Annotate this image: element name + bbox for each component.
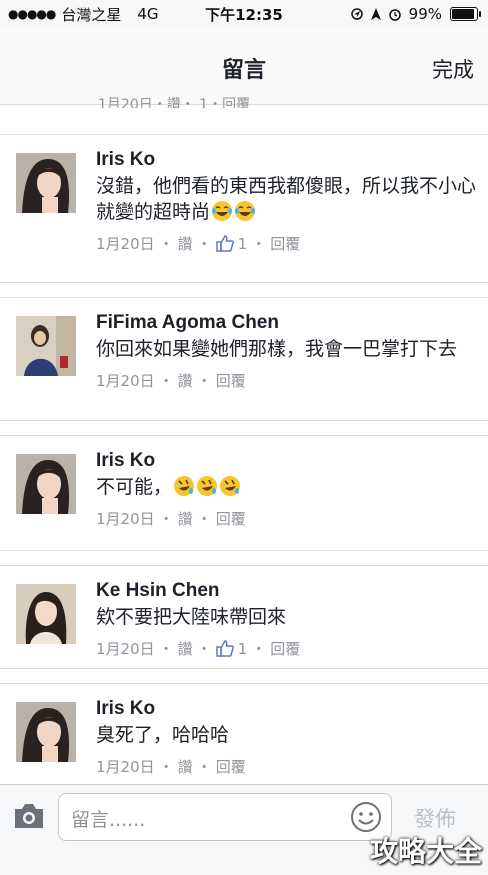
comment-item: Ke Hsin Chen 欸不要把大陸味帶回來 1月20日・ 讚・ 1 ・ 回覆 — [0, 565, 488, 669]
send-button[interactable]: 發佈 — [414, 803, 456, 833]
commenter-name[interactable]: Iris Ko — [96, 149, 476, 171]
separator: ・ — [196, 235, 212, 253]
status-bar: ●●●●● 台灣之星 4G 下午12:35 99% — [0, 0, 488, 28]
location-icon — [350, 8, 363, 20]
watermark: 攻略大全 — [369, 835, 482, 868]
like-count: 1 — [237, 234, 248, 253]
comment-body: Iris Ko 臭死了，哈哈哈 1月20日・ 讚・ 回覆 — [96, 698, 476, 777]
thumbs-up-icon — [215, 640, 234, 657]
like-link[interactable]: 讚 — [178, 508, 193, 529]
comment-meta: 1月20日・ 讚・ 回覆 — [96, 370, 476, 391]
battery-fill — [452, 9, 474, 19]
separator: ・ — [158, 758, 174, 776]
comment-text: 你回來如果變她們那樣，我會一巴掌打下去 — [96, 338, 458, 360]
reply-link[interactable]: 回覆 — [216, 508, 246, 529]
separator: ・ — [196, 640, 212, 658]
tears-of-joy-emoji-icon — [212, 201, 233, 221]
alarm-icon — [388, 8, 401, 21]
comment-text: 臭死了，哈哈哈 — [96, 724, 230, 746]
like-link[interactable]: 讚 — [178, 370, 193, 391]
comment-meta: 1月20日・ 讚・ 1 ・ 回覆 — [96, 638, 476, 659]
reply-link[interactable]: 回覆 — [270, 233, 300, 254]
like-count: 1 — [237, 639, 248, 658]
comment-item: Iris Ko 不可能， 1月20日・ 讚・ 回覆 — [0, 435, 488, 551]
comment-body: Ke Hsin Chen 欸不要把大陸味帶回來 1月20日・ 讚・ 1 ・ 回覆 — [96, 580, 476, 659]
comment-item: FiFima Agoma Chen 你回來如果變她們那樣，我會一巴掌打下去 1月… — [0, 297, 488, 421]
separator: ・ — [251, 235, 267, 253]
comment-meta: 1月20日・ 讚・ 回覆 — [96, 508, 476, 529]
done-button[interactable]: 完成 — [432, 54, 474, 84]
comment-body: Iris Ko 沒錯，他們看的東西我都傻眼，所以我不小心就變的超時尚 1月20日… — [96, 149, 476, 254]
comment-date: 1月20日 — [96, 640, 155, 658]
camera-icon[interactable] — [12, 801, 46, 831]
reply-link[interactable]: 回覆 — [270, 638, 300, 659]
commenter-name[interactable]: Ke Hsin Chen — [96, 580, 476, 602]
battery-percent: 99% — [408, 5, 442, 23]
commenter-name[interactable]: Iris Ko — [96, 698, 476, 720]
comment-list: Iris Ko 沒錯，他們看的東西我都傻眼，所以我不小心就變的超時尚 1月20日… — [0, 134, 488, 787]
smiley-icon[interactable] — [350, 801, 382, 833]
comment-text: 不可能， — [96, 474, 476, 500]
comment-date: 1月20日 — [96, 510, 155, 528]
comment-text-content: 不可能， — [96, 476, 173, 498]
comment-text-content: 沒錯，他們看的東西我都傻眼，所以我不小心就變的超時尚 — [96, 175, 477, 223]
rofl-emoji-icon — [174, 476, 195, 496]
comment-body: Iris Ko 不可能， 1月20日・ 讚・ 回覆 — [96, 450, 476, 529]
comment-date: 1月20日 — [96, 235, 155, 253]
separator: ・ — [158, 372, 174, 390]
comment-date: 1月20日 — [96, 758, 155, 776]
avatar[interactable] — [16, 153, 76, 213]
comment-input[interactable]: 留言...... — [58, 793, 392, 841]
like-link[interactable]: 讚 — [178, 233, 193, 254]
comment-date: 1月20日 — [96, 372, 155, 390]
commenter-name[interactable]: FiFima Agoma Chen — [96, 312, 476, 334]
separator: ・ — [251, 640, 267, 658]
comment-text: 沒錯，他們看的東西我都傻眼，所以我不小心就變的超時尚 — [96, 173, 476, 225]
comment-item: Iris Ko 臭死了，哈哈哈 1月20日・ 讚・ 回覆 — [0, 683, 488, 787]
like-link[interactable]: 讚 — [178, 638, 193, 659]
page-title: 留言 — [221, 58, 266, 83]
avatar[interactable] — [16, 454, 76, 514]
comment-meta: 1月20日・ 讚・ 回覆 — [96, 756, 476, 777]
comment-text: 欸不要把大陸味帶回來 — [96, 606, 287, 628]
partial-comment-meta: 1月20日・讚・ 1・回覆 — [98, 97, 251, 108]
avatar[interactable] — [16, 584, 76, 644]
avatar[interactable] — [16, 702, 76, 762]
navigation-arrow-icon — [370, 8, 381, 20]
reply-link[interactable]: 回覆 — [216, 756, 246, 777]
separator: ・ — [158, 510, 174, 528]
separator: ・ — [196, 758, 212, 776]
like-link[interactable]: 讚 — [178, 756, 193, 777]
rofl-emoji-icon — [220, 476, 241, 496]
status-right: 99% — [350, 5, 481, 23]
separator: ・ — [158, 235, 174, 253]
avatar[interactable] — [16, 316, 76, 376]
comment-meta: 1月20日・ 讚・ 1 ・ 回覆 — [96, 233, 476, 254]
tears-of-joy-emoji-icon — [235, 201, 256, 221]
reply-link[interactable]: 回覆 — [216, 370, 246, 391]
rofl-emoji-icon — [197, 476, 218, 496]
battery-icon — [450, 7, 481, 21]
comment-item: Iris Ko 沒錯，他們看的東西我都傻眼，所以我不小心就變的超時尚 1月20日… — [0, 134, 488, 283]
separator: ・ — [196, 510, 212, 528]
thumbs-up-icon — [215, 235, 234, 252]
separator: ・ — [158, 640, 174, 658]
commenter-name[interactable]: Iris Ko — [96, 450, 476, 472]
comment-body: FiFima Agoma Chen 你回來如果變她們那樣，我會一巴掌打下去 1月… — [96, 312, 476, 391]
separator: ・ — [196, 372, 212, 390]
